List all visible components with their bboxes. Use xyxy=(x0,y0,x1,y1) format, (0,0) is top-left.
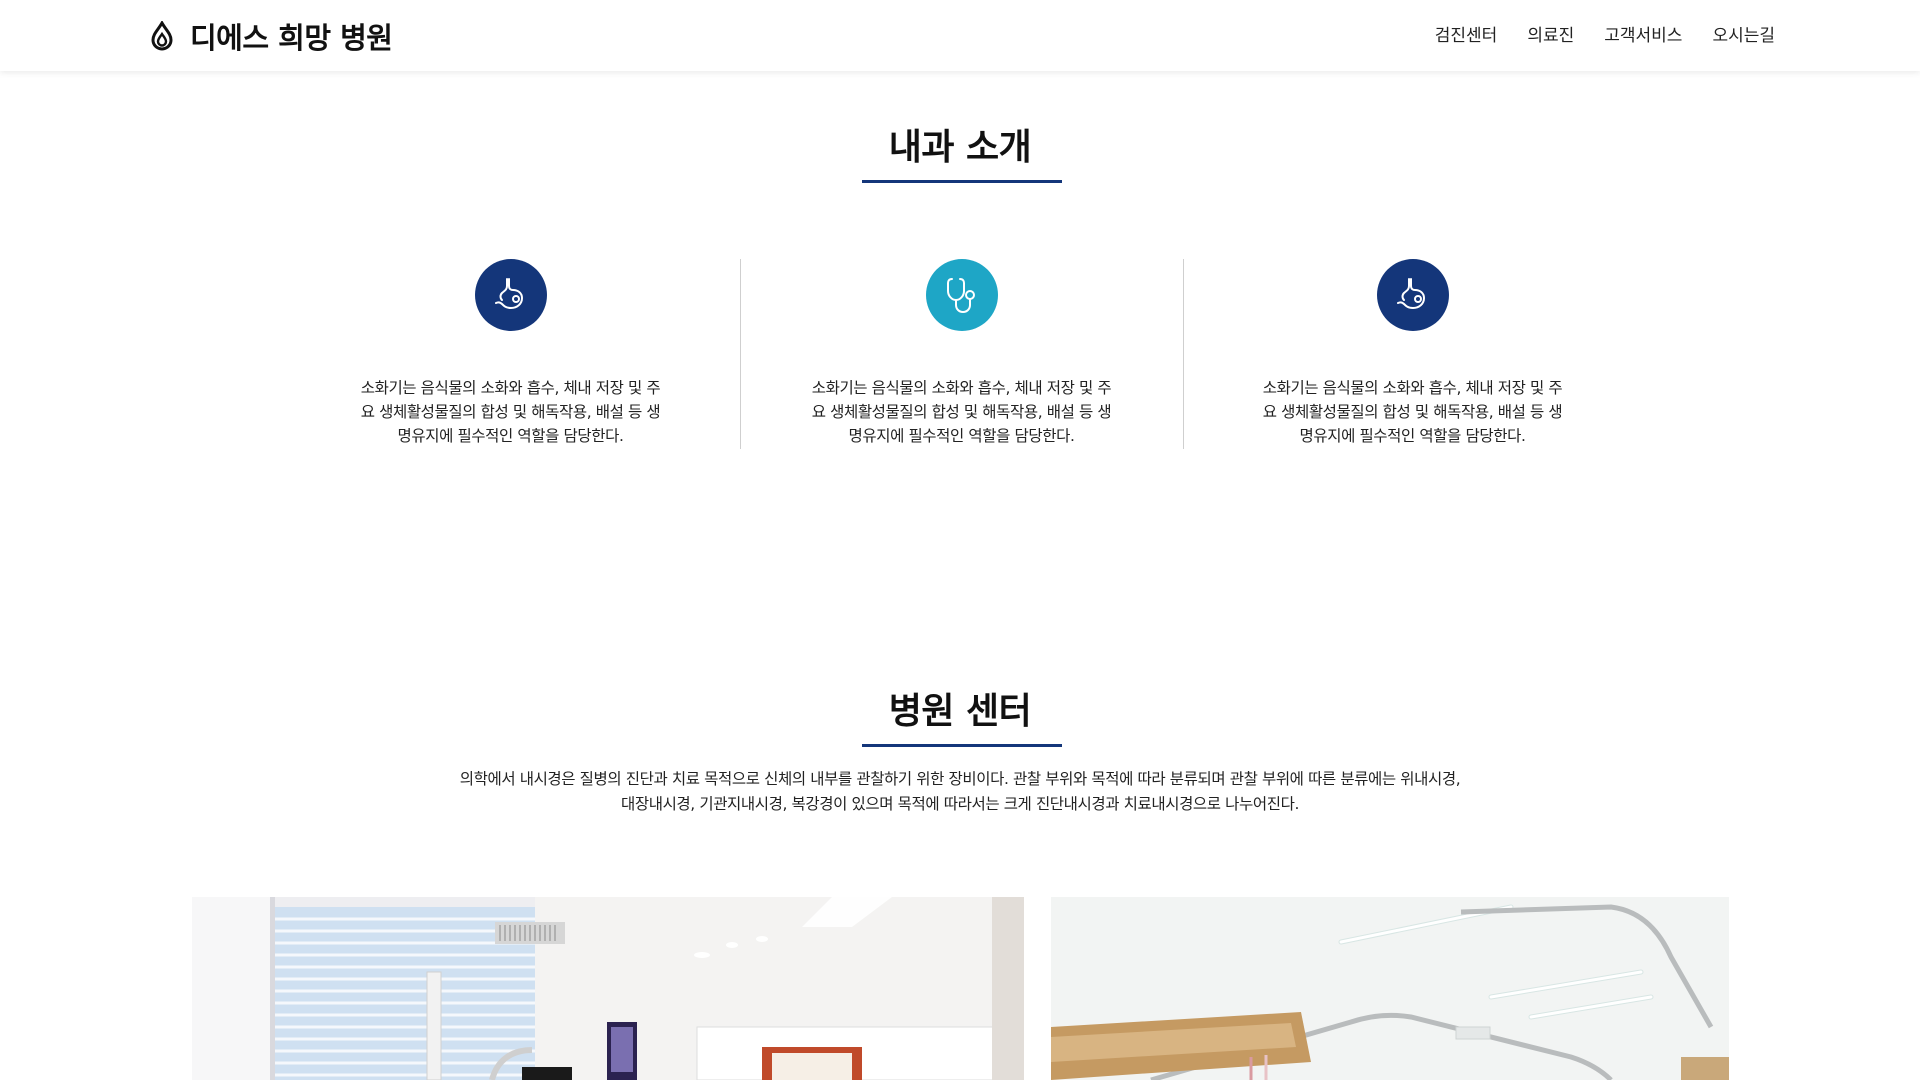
nav-item-medical-staff[interactable]: 의료진 xyxy=(1527,22,1574,50)
site-header: 디에스 희망 병원 검진센터 의료진 고객서비스 오시는길 xyxy=(0,0,1920,71)
hospital-photo-endoscopy-room xyxy=(192,897,1024,1080)
nav-item-checkup-center[interactable]: 검진센터 xyxy=(1435,22,1498,50)
intro-title-underline xyxy=(862,180,1062,183)
main-nav: 검진센터 의료진 고객서비스 오시는길 xyxy=(1435,22,1775,50)
intro-item-text: 소화기는 음식물의 소화와 흡수, 체내 저장 및 주요 생체활성물질의 합성 … xyxy=(1262,379,1563,445)
droplet-icon xyxy=(148,20,176,52)
intro-item-text: 소화기는 음식물의 소화와 흡수, 체내 저장 및 주요 생체활성물질의 합성 … xyxy=(811,379,1112,445)
stomach-icon xyxy=(1376,259,1449,331)
stethoscope-icon xyxy=(925,259,998,331)
intro-item: 소화기는 음식물의 소화와 흡수, 체내 저장 및 주요 생체활성물질의 합성 … xyxy=(1187,259,1638,449)
logo-link[interactable]: 디에스 희망 병원 xyxy=(148,16,393,56)
nav-item-directions[interactable]: 오시는길 xyxy=(1712,22,1775,50)
center-description: 의학에서 내시경은 질병의 진단과 치료 목적으로 신체의 내부를 관찰하기 위… xyxy=(459,770,1461,813)
intro-item-text: 소화기는 음식물의 소화와 흡수, 체내 저장 및 주요 생체활성물질의 합성 … xyxy=(360,379,661,445)
logo-text: 디에스 희망 병원 xyxy=(190,21,393,55)
nav-item-customer-service[interactable]: 고객서비스 xyxy=(1604,22,1682,50)
center-title-underline xyxy=(862,744,1062,747)
column-divider xyxy=(740,259,741,449)
center-section-title: 병원 센터 xyxy=(888,691,1032,732)
intro-item: 소화기는 음식물의 소화와 흡수, 체내 저장 및 주요 생체활성물질의 합성 … xyxy=(736,259,1187,449)
column-divider xyxy=(1183,259,1184,449)
intro-item: 소화기는 음식물의 소화와 흡수, 체내 저장 및 주요 생체활성물질의 합성 … xyxy=(285,259,736,449)
intro-columns: 소화기는 음식물의 소화와 흡수, 체내 저장 및 주요 생체활성물질의 합성 … xyxy=(0,259,1920,449)
hospital-photo-ward xyxy=(1051,897,1729,1080)
intro-section-title: 내과 소개 xyxy=(888,127,1032,168)
stomach-icon xyxy=(474,259,547,331)
